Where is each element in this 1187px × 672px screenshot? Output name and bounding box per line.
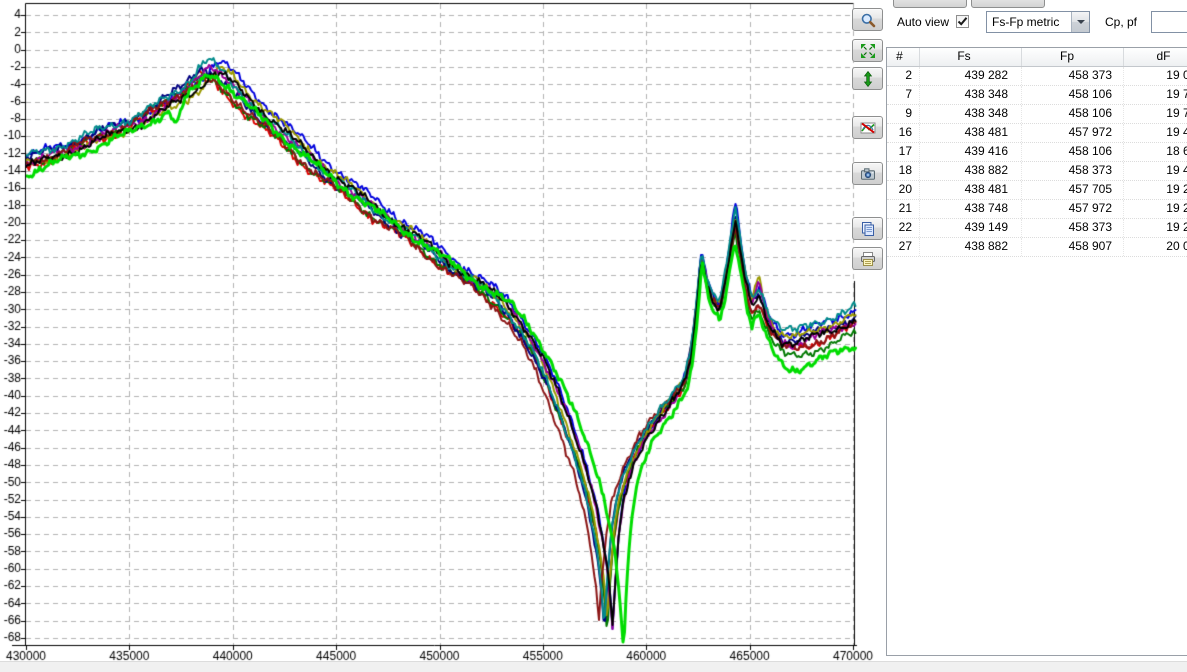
table-row[interactable]: 20438 481457 70519 224 — [887, 181, 1187, 200]
col-header-fp[interactable]: Fp — [1022, 48, 1124, 66]
table-cell: 438 882 — [920, 238, 1022, 256]
table-cell: 19 491 — [1124, 124, 1187, 142]
table-cell: 439 149 — [920, 219, 1022, 237]
chart-panel — [0, 0, 884, 661]
checkmark-icon — [957, 16, 968, 27]
chart-canvas[interactable] — [0, 0, 884, 661]
table-row[interactable]: 16438 481457 97219 491 — [887, 124, 1187, 143]
table-cell: 16 — [887, 124, 920, 142]
camera-button[interactable] — [852, 162, 883, 185]
right-panel: Auto view Fs-Fp metric Cp, pf # Fs Fp dF… — [884, 0, 1187, 672]
table-row[interactable]: 27438 882458 90720 025 — [887, 238, 1187, 257]
zoom-button[interactable] — [852, 8, 883, 31]
table-body: 2439 282458 37319 0917438 348458 10619 7… — [887, 67, 1187, 257]
table-cell: 439 282 — [920, 67, 1022, 85]
cp-label: Cp, pf — [1105, 15, 1137, 29]
table-row[interactable]: 17439 416458 10618 690 — [887, 143, 1187, 162]
table-cell: 458 106 — [1022, 143, 1124, 161]
application-window: Auto view Fs-Fp metric Cp, pf # Fs Fp dF… — [0, 0, 1187, 672]
table-row[interactable]: 22439 149458 37319 224 — [887, 219, 1187, 238]
table-cell: 19 758 — [1124, 86, 1187, 104]
metric-dropdown-value: Fs-Fp metric — [987, 15, 1071, 29]
table-cell: 18 — [887, 162, 920, 180]
table-cell: 17 — [887, 143, 920, 161]
clear-chart-icon — [860, 120, 876, 136]
fit-vertical-button[interactable] — [852, 67, 883, 90]
table-row[interactable]: 2439 282458 37319 091 — [887, 67, 1187, 86]
table-cell: 438 348 — [920, 86, 1022, 104]
zoom-icon — [860, 12, 876, 28]
partial-button-2[interactable] — [971, 0, 1045, 8]
copy-icon — [860, 221, 876, 237]
table-cell: 20 025 — [1124, 238, 1187, 256]
table-cell: 439 416 — [920, 143, 1022, 161]
table-cell: 9 — [887, 105, 920, 123]
table-cell: 457 972 — [1022, 124, 1124, 142]
table-header: # Fs Fp dF — [887, 48, 1187, 67]
table-cell: 458 373 — [1022, 67, 1124, 85]
table-row[interactable]: 9438 348458 10619 758 — [887, 105, 1187, 124]
table-cell: 2 — [887, 67, 920, 85]
table-cell: 20 — [887, 181, 920, 199]
table-cell: 27 — [887, 238, 920, 256]
copy-button[interactable] — [852, 217, 883, 240]
table-cell: 438 348 — [920, 105, 1022, 123]
print-icon — [860, 251, 876, 267]
table-cell: 19 224 — [1124, 219, 1187, 237]
table-cell: 19 224 — [1124, 200, 1187, 218]
table-row[interactable]: 18438 882458 37319 491 — [887, 162, 1187, 181]
table-cell: 19 758 — [1124, 105, 1187, 123]
print-button[interactable] — [852, 247, 883, 270]
col-header-fs[interactable]: Fs — [920, 48, 1022, 66]
partial-button-1[interactable] — [893, 0, 967, 8]
col-header-num[interactable]: # — [887, 48, 920, 66]
cp-input[interactable] — [1151, 11, 1187, 33]
table-cell: 457 705 — [1022, 181, 1124, 199]
table-cell: 18 690 — [1124, 143, 1187, 161]
table-cell: 458 373 — [1022, 162, 1124, 180]
table-cell: 438 882 — [920, 162, 1022, 180]
table-row[interactable]: 21438 748457 97219 224 — [887, 200, 1187, 219]
table-cell: 438 481 — [920, 181, 1022, 199]
table-cell: 438 748 — [920, 200, 1022, 218]
table-cell: 21 — [887, 200, 920, 218]
table-cell: 458 373 — [1022, 219, 1124, 237]
fit-all-icon — [860, 43, 876, 59]
table-cell: 438 481 — [920, 124, 1022, 142]
chevron-down-icon — [1077, 20, 1085, 24]
camera-icon — [860, 166, 876, 182]
dropdown-arrow-button[interactable] — [1071, 12, 1089, 32]
table-cell: 19 224 — [1124, 181, 1187, 199]
table-cell: 458 907 — [1022, 238, 1124, 256]
table-cell: 457 972 — [1022, 200, 1124, 218]
table-cell: 22 — [887, 219, 920, 237]
clear-chart-button[interactable] — [852, 116, 883, 139]
table-cell: 458 106 — [1022, 86, 1124, 104]
table-cell: 458 106 — [1022, 105, 1124, 123]
table-cell: 19 091 — [1124, 67, 1187, 85]
auto-view-checkbox[interactable] — [956, 15, 969, 28]
table-cell: 19 491 — [1124, 162, 1187, 180]
table-cell: 7 — [887, 86, 920, 104]
results-table: # Fs Fp dF 2439 282458 37319 0917438 348… — [886, 47, 1187, 656]
col-header-df[interactable]: dF — [1124, 48, 1187, 66]
table-row[interactable]: 7438 348458 10619 758 — [887, 86, 1187, 105]
auto-view-label: Auto view — [897, 15, 949, 29]
fit-vertical-icon — [860, 71, 876, 87]
fit-all-button[interactable] — [852, 39, 883, 62]
metric-dropdown[interactable]: Fs-Fp metric — [986, 11, 1090, 33]
bottom-strip — [0, 661, 1187, 672]
